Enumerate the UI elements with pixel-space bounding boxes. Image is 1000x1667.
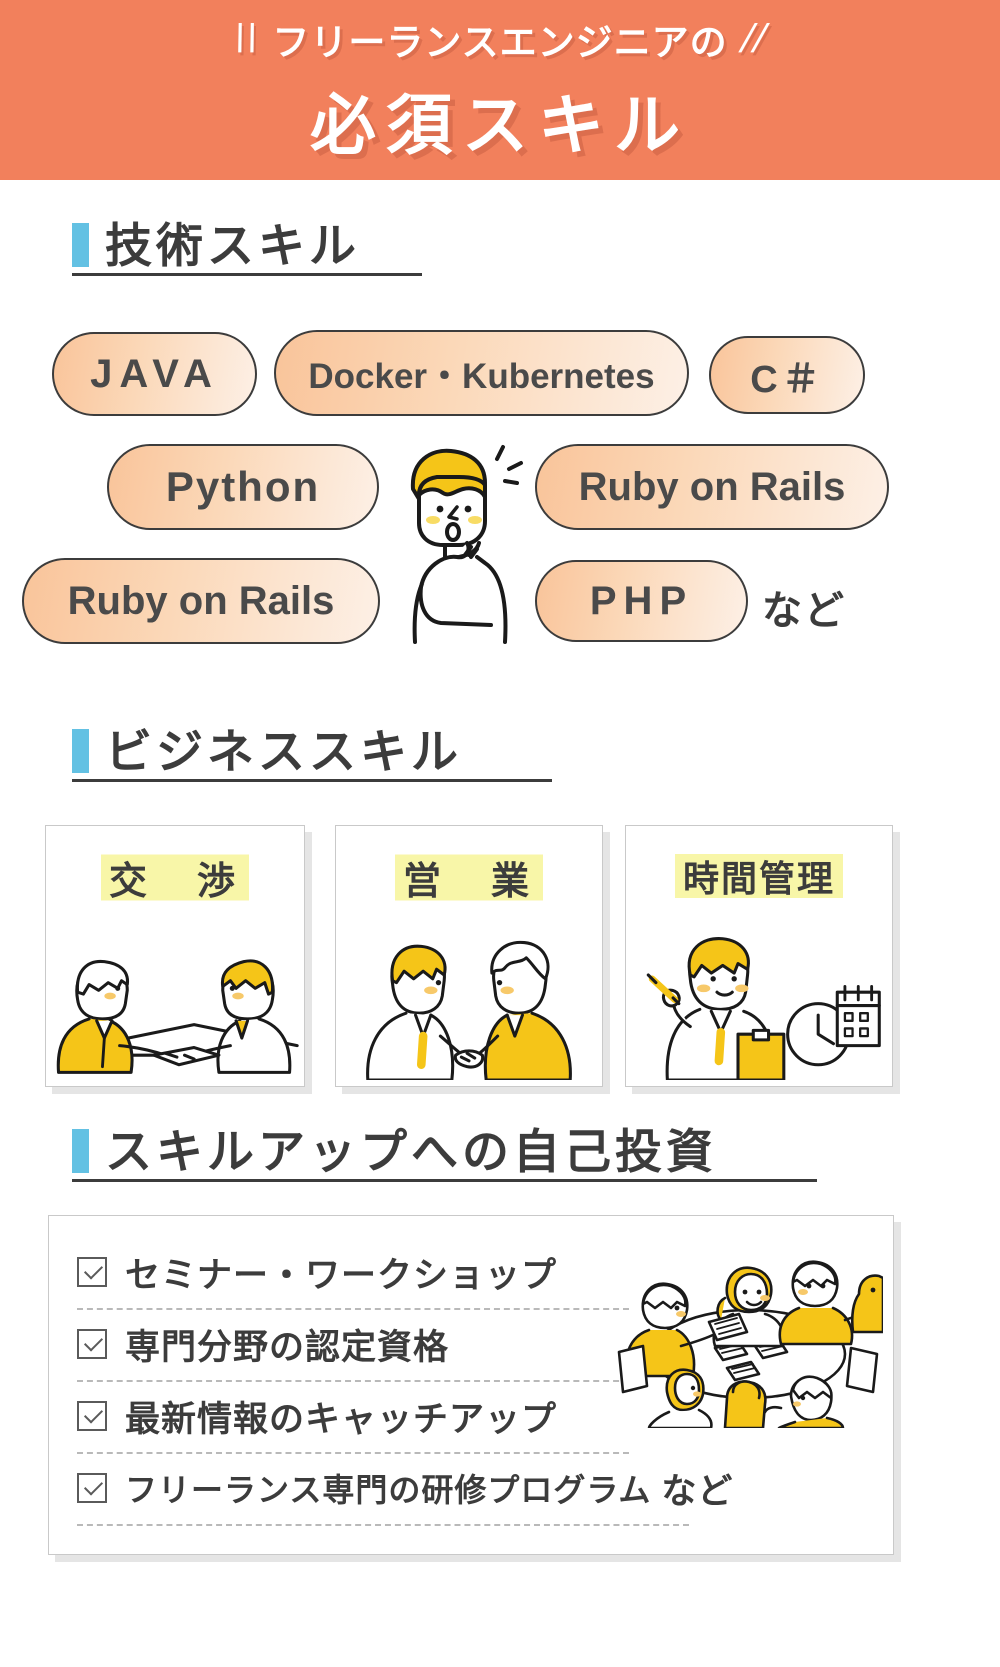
skill-pill-label: Docker・Kubernetes — [308, 356, 655, 396]
checklist-item-label: フリーランス専門の研修プログラム — [125, 1472, 652, 1508]
checklist-divider — [77, 1308, 629, 1310]
skill-pill-label: JAVA — [90, 351, 219, 396]
business-card-time-management[interactable]: 時間管理 — [625, 825, 893, 1087]
section-heading-investment-label: スキルアップへの自己投資 — [105, 1125, 717, 1178]
section-heading-business-label: ビジネススキル — [105, 725, 462, 778]
skill-pill-label: Ruby on Rails — [67, 578, 335, 623]
section-heading-tech: 技術スキル — [72, 222, 422, 276]
time-management-illustration — [626, 912, 892, 1080]
section-heading-investment: スキルアップへの自己投資 — [72, 1128, 817, 1182]
skill-pill-label: Ruby on Rails — [578, 464, 846, 509]
handshake-illustration — [336, 912, 602, 1080]
infographic-page: \\ フリーランスエンジニアの // 必須スキル 技術スキル JAVA Dock… — [0, 0, 1000, 1667]
checkbox-checked-icon[interactable] — [77, 1473, 107, 1503]
section-heading-business: ビジネススキル — [72, 728, 552, 782]
skill-pill-csharp[interactable]: C＃ — [709, 336, 865, 414]
skill-pill-python[interactable]: Python — [107, 444, 379, 530]
slash-right-icon: // — [735, 16, 773, 61]
checklist-item-latest-info[interactable]: 最新情報のキャッチアップ — [77, 1386, 557, 1446]
skill-pill-java[interactable]: JAVA — [52, 332, 257, 416]
group-meeting-illustration — [615, 1236, 883, 1428]
business-card-label: 営 業 — [394, 850, 544, 905]
checklist-item-label: 最新情報のキャッチアップ — [125, 1399, 558, 1439]
checklist-item-suffix: など — [661, 1471, 734, 1511]
skill-pill-label: PHP — [589, 578, 694, 623]
skill-pill-label: Python — [165, 463, 321, 510]
checkbox-checked-icon[interactable] — [77, 1401, 107, 1431]
checklist-item-seminar[interactable]: セミナー・ワークショップ — [77, 1242, 557, 1302]
business-card-label: 時間管理 — [674, 850, 844, 902]
skill-pill-label: C＃ — [750, 358, 824, 401]
checklist-divider — [77, 1524, 689, 1526]
checkbox-checked-icon[interactable] — [77, 1257, 107, 1287]
checklist-item-label: セミナー・ワークショップ — [125, 1255, 558, 1295]
header-banner: \\ フリーランスエンジニアの // 必須スキル — [0, 0, 1000, 180]
section-accent-bar — [72, 223, 89, 267]
negotiation-illustration — [46, 912, 304, 1080]
section-heading-tech-label: 技術スキル — [105, 219, 360, 272]
checkbox-checked-icon[interactable] — [77, 1329, 107, 1359]
checklist-divider — [77, 1380, 629, 1382]
tech-suffix-nado: など — [762, 589, 846, 633]
section-accent-bar — [72, 729, 89, 773]
business-card-label: 交 渉 — [100, 850, 250, 905]
checklist-item-label: 専門分野の認定資格 — [125, 1327, 450, 1367]
header-kicker-row: \\ フリーランスエンジニアの // — [228, 12, 772, 66]
self-investment-checklist-panel: セミナー・ワークショップ 専門分野の認定資格 最新情報のキャッチアップ フリーラ… — [48, 1215, 894, 1555]
slash-left-icon: \\ — [227, 16, 265, 61]
skill-pill-ruby-on-rails-2[interactable]: Ruby on Rails — [22, 558, 380, 644]
page-title: 必須スキル — [310, 88, 690, 162]
checklist-item-training-program[interactable]: フリーランス専門の研修プログラム など — [77, 1458, 733, 1518]
skill-pill-php[interactable]: PHP — [535, 560, 748, 642]
thinking-person-illustration — [385, 437, 525, 647]
checklist-divider — [77, 1452, 629, 1454]
business-card-negotiation[interactable]: 交 渉 — [45, 825, 305, 1087]
header-kicker-text: フリーランスエンジニアの — [272, 22, 728, 63]
skill-pill-ruby-on-rails-1[interactable]: Ruby on Rails — [535, 444, 889, 530]
checklist-item-certification[interactable]: 専門分野の認定資格 — [77, 1314, 449, 1374]
skill-pill-docker-kubernetes[interactable]: Docker・Kubernetes — [274, 330, 689, 416]
section-accent-bar — [72, 1129, 89, 1173]
business-card-sales[interactable]: 営 業 — [335, 825, 603, 1087]
